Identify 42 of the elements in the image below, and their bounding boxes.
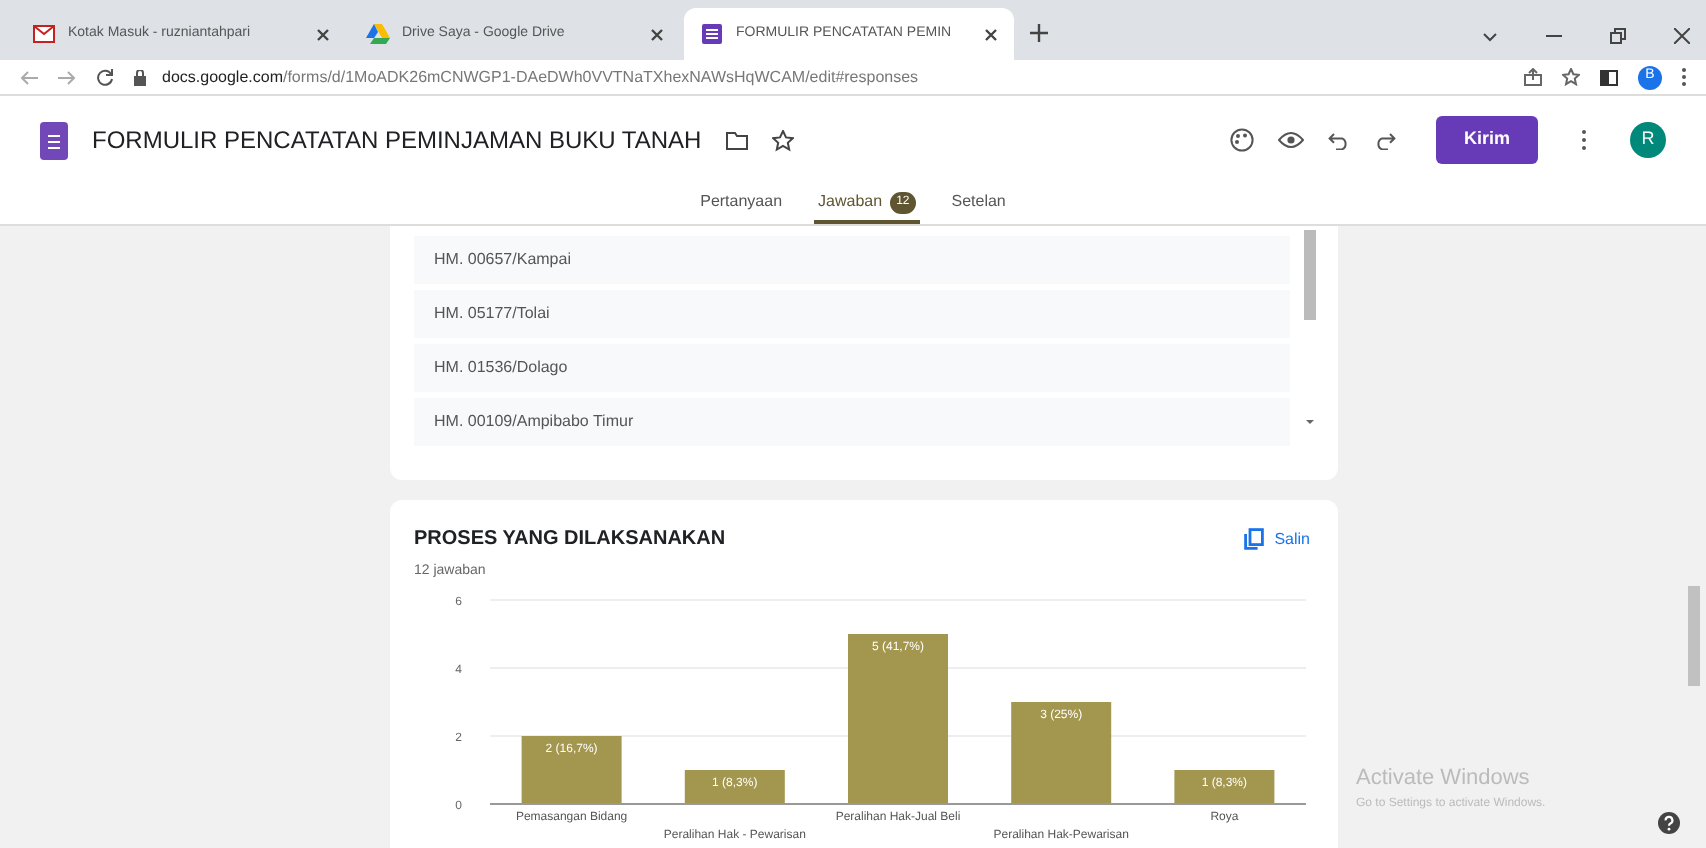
copy-icon (1244, 528, 1265, 550)
copy-button[interactable]: Salin (1244, 527, 1310, 551)
close-icon[interactable] (316, 27, 330, 41)
mail-icon (32, 22, 56, 46)
bar (1174, 769, 1275, 803)
reload-icon[interactable] (96, 68, 114, 86)
share-icon[interactable] (1524, 68, 1542, 86)
restore-icon[interactable] (1610, 28, 1626, 44)
close-icon[interactable] (984, 27, 998, 41)
scrollbar[interactable] (1302, 230, 1318, 430)
help-icon[interactable] (1658, 812, 1680, 834)
lock-icon (134, 69, 146, 85)
question-title: PROSES YANG DILAKSANAKAN (414, 526, 726, 554)
folder-icon[interactable] (725, 131, 748, 149)
close-icon[interactable] (1674, 28, 1690, 44)
close-icon[interactable] (650, 27, 664, 41)
redo-icon[interactable] (1373, 131, 1396, 149)
drive-icon (366, 22, 390, 46)
send-button[interactable]: Kirim (1435, 116, 1538, 164)
minimize-icon[interactable] (1546, 34, 1562, 38)
answer-row: HM. 00109/Ampibabo Timur (414, 398, 1290, 446)
plus-icon[interactable] (1030, 24, 1048, 42)
form-title: FORMULIR PENCATATAN PEMINJAMAN BUKU TANAH (92, 124, 702, 158)
answer-row: HM. 05177/Tolai (414, 290, 1290, 338)
form-icon (40, 121, 68, 159)
form-tab[interactable]: Setelan (947, 184, 1010, 224)
form-icon (700, 22, 724, 46)
answer-row: HM. 00657/Kampai (414, 236, 1290, 284)
bar (684, 769, 785, 803)
bar (1011, 701, 1112, 803)
bar (521, 735, 622, 803)
sidebar-icon[interactable] (1600, 69, 1618, 85)
profile-avatar[interactable]: R (1630, 122, 1666, 158)
answer-row: HM. 01536/Dolago (414, 344, 1290, 392)
form-tab[interactable]: Pertanyaan (696, 184, 787, 224)
chevron-down-icon[interactable] (1482, 31, 1498, 41)
palette-icon[interactable] (1229, 128, 1254, 152)
eye-icon[interactable] (1277, 132, 1304, 148)
star-icon[interactable] (1562, 68, 1580, 86)
star-icon[interactable] (771, 129, 794, 151)
undo-icon[interactable] (1327, 131, 1350, 149)
url-field[interactable]: docs.google.com/forms/d/1MoADK26mCNWGP1-DAeDWh0VVTNaTXhexNAWsHqWCAM/edit#responses (134, 65, 1504, 89)
